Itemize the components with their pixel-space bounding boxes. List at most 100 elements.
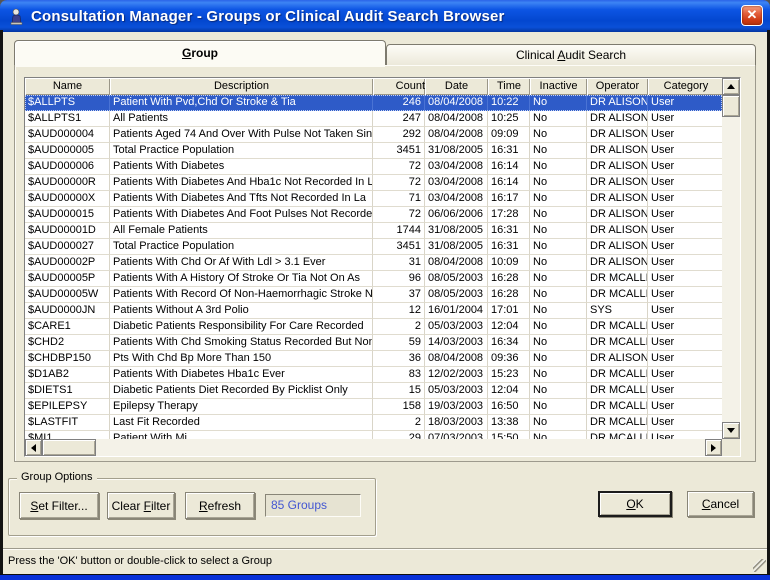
scroll-left-button[interactable] (25, 439, 42, 456)
table-row[interactable]: $CARE1Diabetic Patients Responsibility F… (25, 319, 722, 335)
column-header-inactive[interactable]: Inactive (530, 78, 587, 95)
cell-category: User (648, 191, 722, 207)
column-header-operator[interactable]: Operator (587, 78, 648, 95)
cell-description: Patients With Chd Or Af With Ldl > 3.1 E… (110, 255, 373, 271)
cell-operator: DR MCALLIS (587, 399, 648, 415)
arrow-left-icon (31, 444, 36, 452)
column-header-description[interactable]: Description (110, 78, 373, 95)
scroll-up-button[interactable] (722, 78, 740, 95)
scroll-right-button[interactable] (705, 439, 722, 456)
table-row[interactable]: $AUD0000JNPatients Without A 3rd Polio12… (25, 303, 722, 319)
column-header-category[interactable]: Category (648, 78, 722, 95)
cell-operator: DR ALISON (587, 223, 648, 239)
table-row[interactable]: $LASTFITLast Fit Recorded218/03/200313:3… (25, 415, 722, 431)
horizontal-scroll-thumb[interactable] (42, 439, 96, 456)
cell-name: $AUD000015 (25, 207, 110, 223)
vertical-scrollbar[interactable] (722, 78, 740, 439)
table-row[interactable]: $AUD00001DAll Female Patients174431/08/2… (25, 223, 722, 239)
cell-description: Patients With Diabetes (110, 159, 373, 175)
cell-name: $AUD000005 (25, 143, 110, 159)
table-row[interactable]: $AUD000004Patients Aged 74 And Over With… (25, 127, 722, 143)
table-row[interactable]: $AUD000005Total Practice Population34513… (25, 143, 722, 159)
cell-date: 08/04/2008 (425, 111, 488, 127)
cell-inactive: No (530, 415, 587, 431)
cell-description: Patients With Diabetes And Hba1c Not Rec… (110, 175, 373, 191)
set-filter-button[interactable]: Set Filter... (19, 492, 99, 519)
cell-operator: DR ALISON (587, 207, 648, 223)
cell-operator: DR ALISON (587, 111, 648, 127)
scroll-down-button[interactable] (722, 422, 740, 439)
cell-inactive: No (530, 95, 587, 111)
cell-inactive: No (530, 255, 587, 271)
cell-date: 16/01/2004 (425, 303, 488, 319)
cell-time: 13:38 (488, 415, 530, 431)
horizontal-scrollbar[interactable] (25, 439, 722, 456)
cancel-button[interactable]: Cancel (687, 491, 754, 517)
column-header-name[interactable]: Name (25, 78, 110, 95)
table-row[interactable]: $AUD000015Patients With Diabetes And Foo… (25, 207, 722, 223)
clear-filter-button[interactable]: Clear Filter (107, 492, 175, 519)
cell-category: User (648, 431, 722, 439)
cell-description: Patients With Diabetes And Tfts Not Reco… (110, 191, 373, 207)
cell-category: User (648, 319, 722, 335)
table-row[interactable]: $ALLPTS1All Patients24708/04/200810:25No… (25, 111, 722, 127)
refresh-button[interactable]: Refresh (185, 492, 255, 519)
column-header-date[interactable]: Date (425, 78, 488, 95)
column-header-time[interactable]: Time (488, 78, 530, 95)
table-row[interactable]: $AUD00005WPatients With Record Of Non-Ha… (25, 287, 722, 303)
table-row[interactable]: $AUD000006Patients With Diabetes7203/04/… (25, 159, 722, 175)
cell-date: 08/04/2008 (425, 255, 488, 271)
cell-name: $D1AB2 (25, 367, 110, 383)
cell-name: $AUD00005W (25, 287, 110, 303)
cell-inactive: No (530, 175, 587, 191)
table-row[interactable]: $ALLPTSPatient With Pvd,Chd Or Stroke & … (25, 95, 722, 111)
tab-clinical-audit-search[interactable]: Clinical Audit Search (386, 44, 756, 65)
cell-time: 16:17 (488, 191, 530, 207)
cell-name: $MI1 (25, 431, 110, 439)
cell-description: All Patients (110, 111, 373, 127)
cell-name: $DIETS1 (25, 383, 110, 399)
cell-category: User (648, 351, 722, 367)
ok-button[interactable]: OK (598, 491, 672, 517)
cell-time: 16:31 (488, 143, 530, 159)
cell-category: User (648, 383, 722, 399)
table-row[interactable]: $DIETS1Diabetic Patients Diet Recorded B… (25, 383, 722, 399)
cell-description: Epilepsy Therapy (110, 399, 373, 415)
table-row[interactable]: $AUD000027Total Practice Population34513… (25, 239, 722, 255)
tab-group[interactable]: Group (14, 40, 386, 65)
groups-table: NameDescriptionCountDateTimeInactiveOper… (24, 77, 741, 457)
cell-date: 05/03/2003 (425, 383, 488, 399)
cell-description: Patients Without A 3rd Polio (110, 303, 373, 319)
arrow-down-icon (727, 428, 735, 433)
cell-category: User (648, 207, 722, 223)
cell-name: $EPILEPSY (25, 399, 110, 415)
cell-operator: SYS (587, 303, 648, 319)
cell-description: Diabetic Patients Diet Recorded By Pickl… (110, 383, 373, 399)
set-filter-label: Set Filter... (30, 499, 87, 513)
title-bar[interactable]: Consultation Manager - Groups or Clinica… (0, 0, 770, 32)
vertical-scroll-thumb[interactable] (722, 95, 740, 117)
cell-inactive: No (530, 431, 587, 439)
table-row[interactable]: $CHDBP150Pts With Chd Bp More Than 15036… (25, 351, 722, 367)
cell-category: User (648, 159, 722, 175)
status-text: Press the 'OK' button or double-click to… (8, 555, 272, 567)
cell-date: 03/04/2008 (425, 159, 488, 175)
column-header-count[interactable]: Count (373, 78, 425, 95)
table-row[interactable]: $D1AB2Patients With Diabetes Hba1c Ever8… (25, 367, 722, 383)
table-row[interactable]: $AUD00000RPatients With Diabetes And Hba… (25, 175, 722, 191)
table-row[interactable]: $CHD2Patients With Chd Smoking Status Re… (25, 335, 722, 351)
dialog-window: Consultation Manager - Groups or Clinica… (0, 0, 770, 580)
cell-date: 08/04/2008 (425, 351, 488, 367)
cell-time: 10:09 (488, 255, 530, 271)
cell-date: 07/03/2003 (425, 431, 488, 439)
table-row[interactable]: $MI1Patient With Mi2907/03/200315:50NoDR… (25, 431, 722, 439)
close-button[interactable]: ✕ (741, 5, 763, 26)
table-row[interactable]: $AUD00002PPatients With Chd Or Af With L… (25, 255, 722, 271)
table-row[interactable]: $EPILEPSYEpilepsy Therapy15819/03/200316… (25, 399, 722, 415)
refresh-label: Refresh (199, 499, 241, 513)
cell-name: $LASTFIT (25, 415, 110, 431)
table-row[interactable]: $AUD00005PPatients With A History Of Str… (25, 271, 722, 287)
cell-count: 2 (373, 415, 425, 431)
table-row[interactable]: $AUD00000XPatients With Diabetes And Tft… (25, 191, 722, 207)
cell-count: 59 (373, 335, 425, 351)
